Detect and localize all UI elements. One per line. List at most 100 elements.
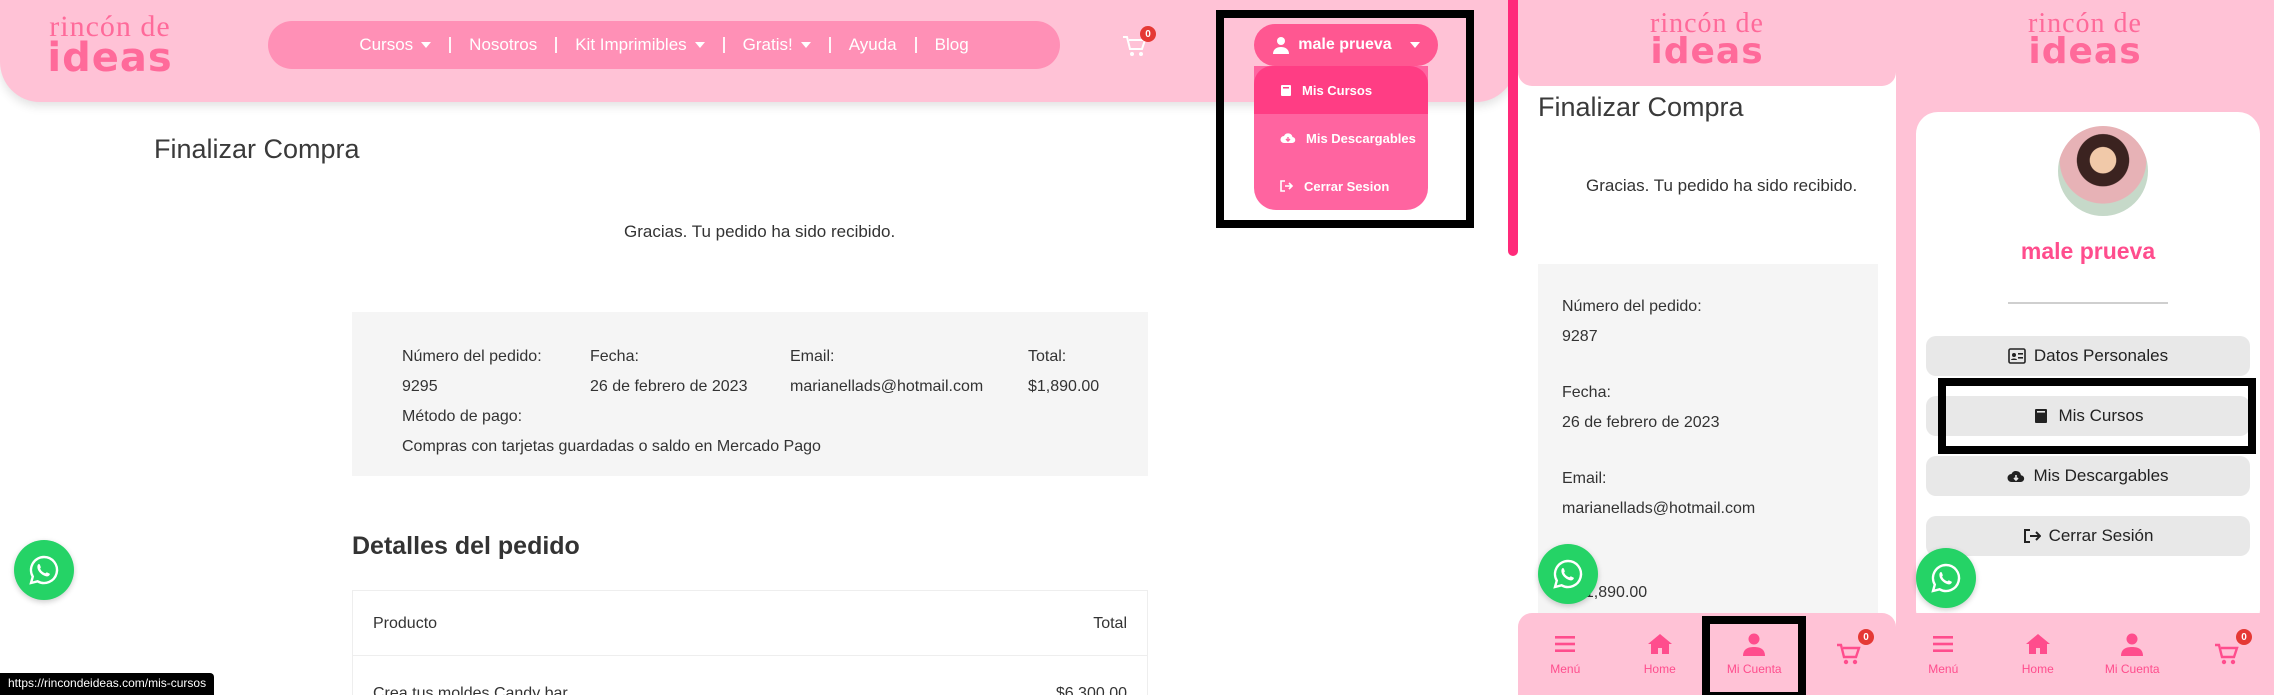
nav-separator [555,37,558,53]
menu-icon [1555,636,1576,652]
dropdown-mis-cursos[interactable]: Mis Cursos [1254,66,1428,114]
avatar [2056,124,2150,218]
nav-nosotros[interactable]: Nosotros [451,35,555,55]
bottom-nav-label: Menú [1928,662,1959,676]
mis-cursos-button[interactable]: Mis Cursos [1926,396,2250,436]
nav-label: Cursos [359,35,414,54]
order-email-value: marianellads@hotmail.com [790,378,984,395]
chevron-down-icon [421,42,432,48]
site-logo[interactable]: rincón de ideas [2014,10,2156,70]
payment-method-label: Método de pago: [402,408,523,425]
chevron-down-icon [800,42,811,48]
cart-icon [1836,643,1861,665]
mobile-checkout-view: rincón de ideas Finalizar Compra Gracias… [1518,0,1896,695]
order-received-message: Gracias. Tu pedido ha sido recibido. [624,222,896,241]
bottom-nav-mi-cuenta[interactable]: Mi Cuenta [2085,613,2180,695]
account-user-name: male prueva [2020,238,2156,264]
whatsapp-button[interactable] [1538,544,1598,604]
desktop-view: rincón de ideas Cursos Nosotros Kit Impr… [0,0,1516,695]
dropdown-mis-descargables[interactable]: Mis Descargables [1254,114,1428,162]
page-title: Finalizar Compra [1538,92,1744,122]
site-logo[interactable]: rincón de ideas [40,12,180,81]
nav-kit-imprimibles[interactable]: Kit Imprimibles [557,35,722,55]
mis-descargables-button[interactable]: Mis Descargables [1926,456,2250,496]
status-bar-url: https://rincondeideas.com/mis-cursos [0,673,215,695]
nav-separator [722,37,725,53]
nav-label: Kit Imprimibles [575,35,687,54]
product-link[interactable]: Crea tus moldes Candy bar [373,685,568,695]
account-card: male prueva Datos Personales Mis Cursos … [1916,112,2260,632]
button-label: Mis Cursos [2058,406,2144,425]
column-product: Producto [373,615,438,632]
scroll-indicator [1508,0,1518,256]
order-date-value: 26 de febrero de 2023 [590,378,748,395]
book-icon [2035,409,2048,423]
book-icon [1281,84,1291,96]
order-email-label: Email: [790,348,835,365]
dropdown-label: Cerrar Sesion [1304,178,1390,194]
order-date: Fecha: 26 de febrero de 2023 [590,342,747,402]
order-email-label: Email: [1562,470,1607,487]
whatsapp-icon [1553,559,1583,589]
nav-separator [828,37,831,53]
bottom-nav-menu[interactable]: Menú [1518,613,1613,695]
whatsapp-icon [29,555,59,585]
mobile-header: rincón de ideas [1518,0,1896,86]
bottom-nav-menu[interactable]: Menú [1896,613,1991,695]
cart-icon [2214,643,2239,665]
whatsapp-button[interactable] [1916,548,1976,608]
bottom-nav-cart[interactable]: 0 [1802,613,1897,695]
cart-count-badge: 0 [1140,26,1156,42]
order-total-label: Total: [1028,348,1067,365]
nav-label: Ayuda [848,35,897,54]
cerrar-sesion-button[interactable]: Cerrar Sesión [1926,516,2250,556]
order-email: Email: marianellads@hotmail.com [790,342,983,402]
logo-line-2: ideas [2028,31,2142,72]
dropdown-label: Mis Descargables [1306,130,1416,146]
bottom-nav-mi-cuenta[interactable]: Mi Cuenta [1707,613,1802,695]
cart-count-badge: 0 [2236,629,2252,645]
dropdown-label: Mis Cursos [1302,82,1373,98]
column-total: Total [1093,615,1127,632]
order-received-message: Gracias. Tu pedido ha sido recibido. [1586,176,1858,195]
chevron-down-icon [694,42,705,48]
bottom-nav-label: Home [1643,662,1676,676]
order-total: Total: $1,890.00 [1028,342,1099,402]
nav-separator [914,37,917,53]
table-row: Crea tus moldes Candy bar $6,300.00 [373,685,1127,695]
order-total-value: $1,890.00 [1028,378,1100,395]
bottom-nav-label: Mi Cuenta [1726,662,1782,676]
bottom-nav-home[interactable]: Home [1613,613,1708,695]
bottom-nav-home[interactable]: Home [1991,613,2086,695]
dropdown-cerrar-sesion[interactable]: Cerrar Sesion [1254,162,1428,210]
button-label: Mis Descargables [2033,466,2169,485]
logo-line-2: ideas [47,35,173,81]
nav-gratis[interactable]: Gratis! [725,35,829,55]
order-summary: Número del pedido: 9295 Método de pago: … [352,312,1148,476]
mobile-header: rincón de ideas [1896,0,2274,86]
divider [353,655,1147,656]
nav-label: Gratis! [742,35,793,54]
user-dropdown: Mis Cursos Mis Descargables Cerrar Sesio… [1254,66,1428,210]
divider [2008,302,2168,304]
nav-label: Blog [934,35,969,54]
nav-separator [449,37,452,53]
datos-personales-button[interactable]: Datos Personales [1926,336,2250,376]
bottom-nav: Menú Home Mi Cuenta 0 [1896,613,2274,695]
main-nav: Cursos Nosotros Kit Imprimibles Gratis! … [268,21,1060,69]
nav-cursos[interactable]: Cursos [341,35,449,55]
order-number-label: Número del pedido: [1562,298,1702,315]
nav-blog[interactable]: Blog [917,35,987,55]
mobile-account-view: rincón de ideas male prueva Datos Person… [1896,0,2274,695]
order-details-title: Detalles del pedido [352,532,580,560]
user-menu-button[interactable]: male prueva [1254,24,1438,66]
order-date-label: Fecha: [1562,384,1611,401]
home-icon [1647,634,1672,654]
site-logo[interactable]: rincón de ideas [1636,10,1778,70]
user-icon [1743,633,1766,656]
bottom-nav-cart[interactable]: 0 [2180,613,2274,695]
order-date-label: Fecha: [590,348,639,365]
whatsapp-button[interactable] [14,540,74,600]
nav-ayuda[interactable]: Ayuda [831,35,915,55]
cart-button[interactable]: 0 [1122,26,1156,58]
